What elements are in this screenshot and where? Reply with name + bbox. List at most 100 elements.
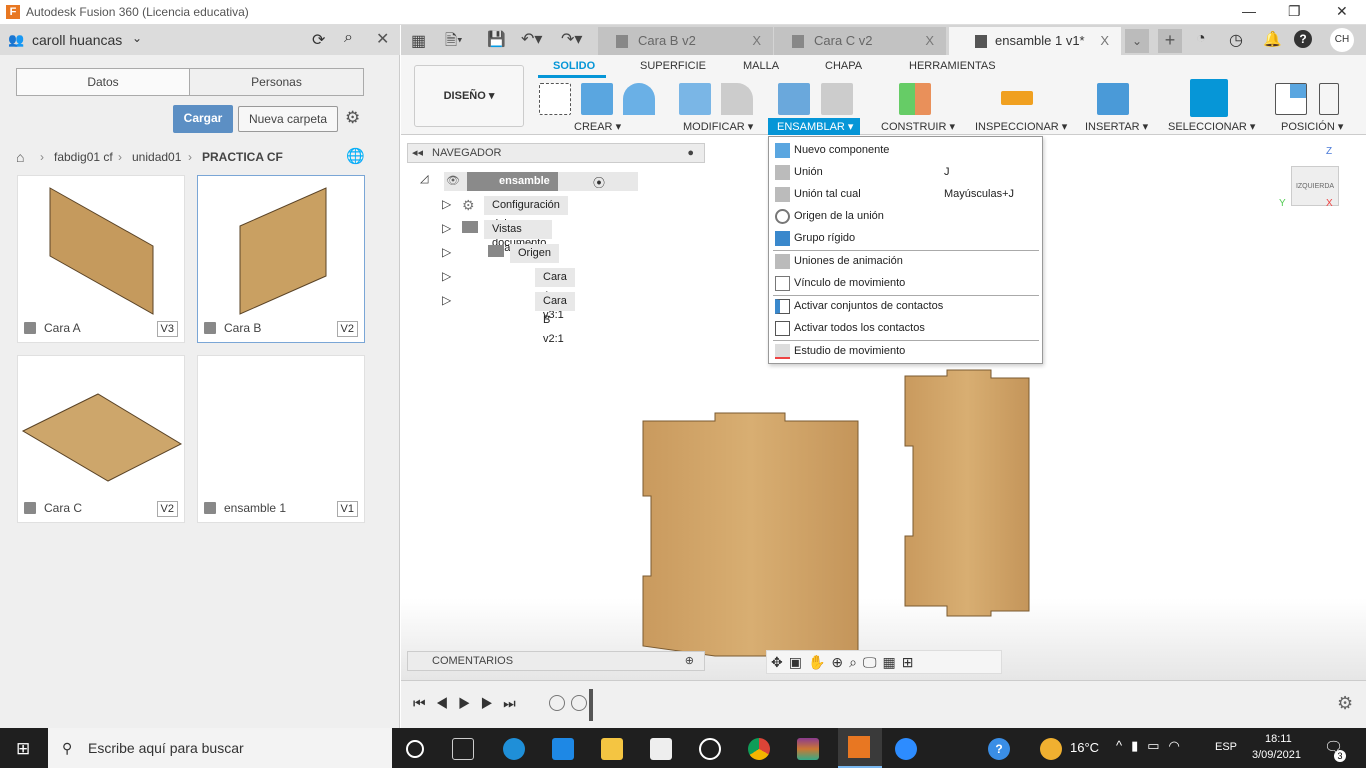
offset-plane-icon[interactable] (899, 83, 931, 115)
task-manager-icon[interactable] (452, 738, 474, 760)
select-icon[interactable] (1190, 79, 1228, 117)
tab-cara-c[interactable]: Cara C v2 X (774, 27, 946, 55)
add-comment-icon[interactable]: ⊕ (685, 652, 694, 670)
save-icon[interactable]: 💾 (487, 30, 506, 48)
version-badge[interactable]: V3 (156, 321, 178, 337)
tab-overflow-button[interactable]: ⌄ (1125, 29, 1149, 53)
tab-cara-b[interactable]: Cara B v2 X (598, 27, 773, 55)
task-view-icon[interactable] (406, 740, 424, 758)
tree-item[interactable]: Vistas guardadas (484, 220, 552, 254)
close-button[interactable]: ✕ (1336, 3, 1348, 20)
tab-ensamble[interactable]: ensamble 1 v1* X (949, 27, 1121, 55)
home-icon[interactable]: ⌂ (16, 149, 24, 165)
undo-icon[interactable]: ↶▾ (521, 29, 542, 49)
weather-temp[interactable]: 16°C (1070, 740, 1099, 755)
chevron-down-icon[interactable]: ⌄ (132, 31, 142, 45)
bell-icon[interactable]: 🔔 (1263, 30, 1282, 48)
timeline-marker[interactable] (589, 689, 593, 721)
tab-datos[interactable]: Datos (16, 68, 190, 96)
menu-item-origen-union[interactable]: Origen de la unión (769, 205, 1042, 227)
extrude-icon[interactable] (581, 83, 613, 115)
group-seleccionar[interactable]: SELECCIONAR ▾ (1168, 120, 1255, 133)
timeline-joint-icon[interactable] (571, 695, 587, 711)
file-card[interactable]: Cara A V3 (17, 175, 185, 343)
menu-item-estudio-movimiento[interactable]: Estudio de movimiento (769, 340, 1042, 362)
measure-icon[interactable] (1001, 91, 1033, 105)
file-card[interactable]: Cara B V2 (197, 175, 365, 343)
viewports-icon[interactable]: ⊞ (902, 654, 920, 670)
menu-item-union[interactable]: Unión J (769, 161, 1042, 183)
help-icon[interactable]: ? (1294, 30, 1312, 48)
position-icon[interactable] (1275, 83, 1307, 115)
timeline-settings-icon[interactable]: ⚙ (1337, 693, 1353, 714)
app-icon[interactable] (699, 738, 721, 760)
close-tab-icon[interactable]: X (752, 27, 761, 55)
playback-controls[interactable]: ⏮◀▶▶⏭ (413, 695, 526, 712)
search-icon[interactable]: ⌕ (344, 29, 353, 47)
tab-herramientas[interactable]: HERRAMIENTAS (909, 60, 996, 72)
group-posicion[interactable]: POSICIÓN ▾ (1281, 120, 1343, 133)
fillet-icon[interactable] (721, 83, 753, 115)
tab-chapa[interactable]: CHAPA (825, 60, 862, 72)
grid-menu-icon[interactable]: ▦ (411, 31, 426, 51)
activate-radio[interactable]: ⦿ (593, 174, 605, 191)
group-insertar[interactable]: INSERTAR ▾ (1085, 120, 1148, 133)
version-badge[interactable]: V2 (336, 321, 358, 337)
weather-icon[interactable] (1040, 738, 1062, 760)
zoom-app-icon[interactable] (895, 738, 917, 760)
dropbox-icon[interactable] (650, 738, 672, 760)
group-ensamblar[interactable]: ENSAMBLAR ▾ (768, 118, 860, 135)
tab-personas[interactable]: Personas (189, 68, 364, 96)
job-status-icon[interactable]: ◔ (1196, 30, 1206, 48)
menu-item-union-tal-cual[interactable]: Unión tal cual Mayúsculas+J (769, 183, 1042, 205)
upload-button[interactable]: Cargar (173, 105, 233, 133)
edge-icon[interactable] (503, 738, 525, 760)
grid-icon[interactable]: ▦ (882, 654, 901, 670)
new-folder-button[interactable]: Nueva carpeta (238, 106, 338, 132)
close-panel-icon[interactable]: ✕ (376, 29, 389, 49)
group-modificar[interactable]: MODIFICAR ▾ (683, 120, 753, 133)
sketch-icon[interactable] (539, 83, 571, 115)
file-explorer-icon[interactable] (601, 738, 623, 760)
clock-time[interactable]: 18:11 (1265, 733, 1292, 745)
mail-icon[interactable] (552, 738, 574, 760)
help-icon[interactable]: ? (988, 738, 1010, 760)
revolve-icon[interactable] (623, 83, 655, 115)
menu-item-vinculo-movimiento[interactable]: Vínculo de movimiento (769, 272, 1042, 294)
menu-item-grupo-rigido[interactable]: Grupo rígido (769, 227, 1042, 249)
fit-icon[interactable]: ⌕ (849, 654, 863, 670)
tab-solido[interactable]: SOLIDO (553, 60, 595, 72)
tab-malla[interactable]: MALLA (743, 60, 779, 72)
menu-item-nuevo-componente[interactable]: Nuevo componente (769, 139, 1042, 161)
taskbar-search[interactable]: ⚲ Escribe aquí para buscar (48, 728, 392, 768)
tab-superficie[interactable]: SUPERFICIE (640, 60, 706, 72)
tree-root[interactable]: ensamble 1 v0 (467, 172, 558, 206)
minimize-icon[interactable]: ● (687, 144, 694, 162)
file-menu-icon[interactable]: 🗎▾ (445, 30, 463, 55)
new-tab-button[interactable]: + (1158, 29, 1182, 53)
close-tab-icon[interactable]: X (925, 27, 934, 55)
globe-icon[interactable]: 🌐 (346, 147, 365, 165)
insert-image-icon[interactable] (1097, 83, 1129, 115)
language-indicator[interactable]: ESP (1215, 741, 1237, 753)
timeline-joint-icon[interactable] (549, 695, 565, 711)
workspace-selector[interactable]: DISEÑO ▾ (414, 65, 524, 127)
group-inspeccionar[interactable]: INSPECCIONAR ▾ (975, 120, 1067, 133)
fusion-taskbar-item[interactable] (838, 728, 882, 768)
navigator-header[interactable]: ◂◂ NAVEGADOR ● (407, 143, 705, 163)
file-card[interactable]: Cara C V2 (17, 355, 185, 523)
tree-item[interactable]: Origen (510, 244, 560, 263)
clock-date[interactable]: 3/09/2021 (1252, 749, 1301, 761)
new-component-icon[interactable] (778, 83, 810, 115)
version-badge[interactable]: V1 (336, 501, 358, 517)
chrome-icon[interactable] (748, 738, 770, 760)
redo-icon[interactable]: ↷▾ (561, 29, 582, 49)
winrar-icon[interactable] (797, 738, 819, 760)
zoom-icon[interactable]: ⊕ (831, 654, 849, 670)
group-crear[interactable]: CREAR ▾ (574, 120, 621, 133)
version-badge[interactable]: V2 (156, 501, 178, 517)
close-tab-icon[interactable]: X (1100, 27, 1109, 55)
windows-start-icon[interactable]: ⊞ (16, 739, 30, 759)
menu-item-activar-conjuntos[interactable]: Activar conjuntos de contactos (769, 295, 1042, 317)
breadcrumb-item[interactable]: unidad01 (132, 150, 181, 164)
